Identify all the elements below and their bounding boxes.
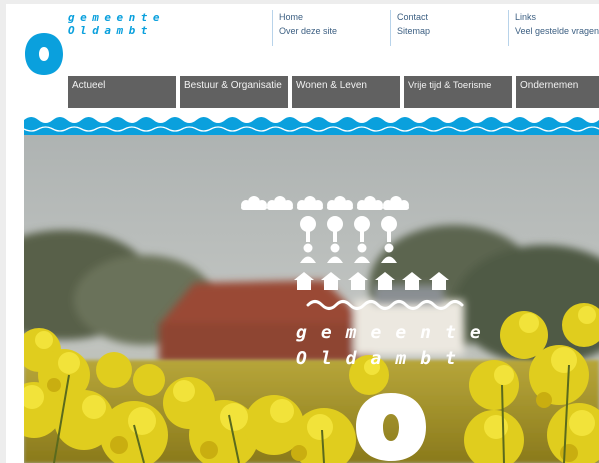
- page: gemeente Oldambt Home Over deze site Con…: [6, 4, 599, 463]
- top-links-column-3: Links Veel gestelde vragen: [508, 10, 599, 46]
- nav-tab-bestuur-organisatie[interactable]: Bestuur & Organisatie: [180, 76, 288, 108]
- link-contact[interactable]: Contact: [397, 10, 507, 24]
- wave-divider: [24, 116, 599, 136]
- oldambt-logo-icon[interactable]: [24, 32, 64, 76]
- link-home[interactable]: Home: [279, 10, 389, 24]
- hero-brand-line-1: gemeente: [296, 322, 495, 343]
- link-veel-gestelde-vragen[interactable]: Veel gestelde vragen: [515, 24, 599, 38]
- top-links-column-1: Home Over deze site: [272, 10, 389, 46]
- nav-tab-ondernemen[interactable]: Ondernemen: [516, 76, 599, 108]
- nav-tab-wonen-leven[interactable]: Wonen & Leven: [292, 76, 400, 108]
- nav-tab-vrije-tijd-toerisme[interactable]: Vrije tijd & Toerisme: [404, 76, 512, 108]
- hero-brand-line-2: Oldambt: [296, 348, 470, 369]
- brand-line-2: Oldambt: [68, 24, 153, 37]
- link-links[interactable]: Links: [515, 10, 599, 24]
- link-sitemap[interactable]: Sitemap: [397, 24, 507, 38]
- top-links: Home Over deze site Contact Sitemap Link…: [272, 10, 599, 46]
- top-links-column-2: Contact Sitemap: [390, 10, 507, 46]
- nav-tab-actueel[interactable]: Actueel: [68, 76, 176, 108]
- link-over-deze-site[interactable]: Over deze site: [279, 24, 389, 38]
- hero-banner: gemeente Oldambt: [24, 135, 599, 463]
- brand-line-1: gemeente: [68, 11, 165, 24]
- brand-name[interactable]: gemeente Oldambt: [68, 11, 165, 37]
